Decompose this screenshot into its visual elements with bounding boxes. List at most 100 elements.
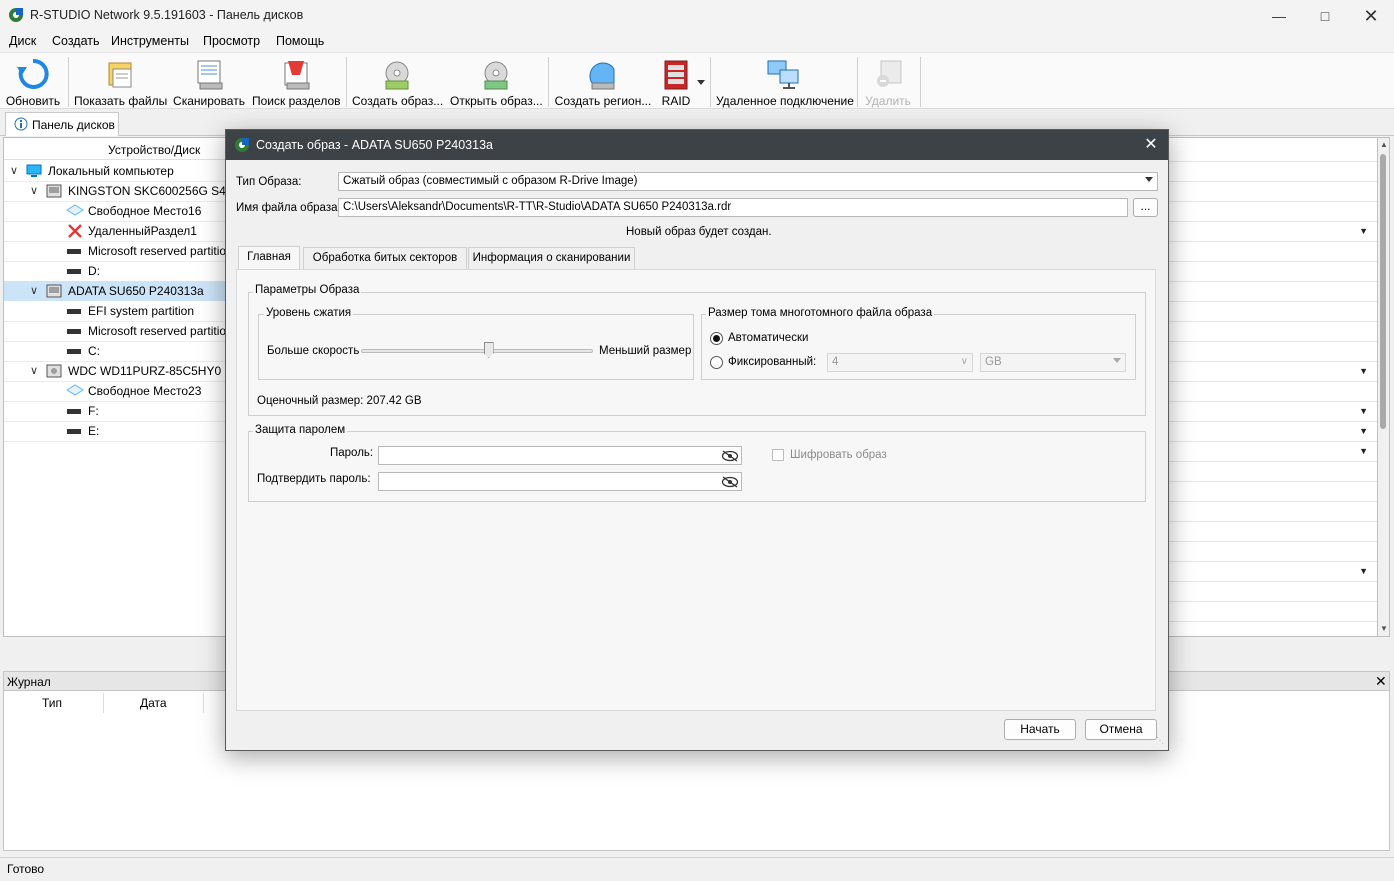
- show-files-button[interactable]: Показать файлы: [74, 57, 167, 108]
- password-group-title: Защита паролем: [253, 424, 348, 436]
- tree-row-disk-adata[interactable]: ∨ ADATA SU650 P240313a: [4, 281, 227, 301]
- scan-button[interactable]: Сканировать: [172, 57, 246, 108]
- partition-icon: [67, 269, 81, 274]
- deleted-partition-icon: [68, 224, 82, 238]
- tab-scan-info[interactable]: Информация о сканировании: [468, 247, 635, 269]
- property-dropdown-arrow[interactable]: ▼: [1359, 566, 1368, 576]
- auto-radio[interactable]: [710, 332, 723, 345]
- fixed-radio[interactable]: [710, 356, 723, 369]
- tree-row-disk-wdc[interactable]: ∨ WDC WD11PURZ-85C5HY0 80: [4, 361, 227, 381]
- chevron-down-icon[interactable]: ∨: [30, 184, 38, 197]
- delete-button[interactable]: Удалить: [862, 57, 914, 108]
- tree-row-drive-c[interactable]: C:: [4, 341, 227, 361]
- chevron-down-icon[interactable]: ∨: [30, 364, 38, 377]
- compression-slider[interactable]: [361, 349, 593, 353]
- dialog-close-button[interactable]: ✕: [1140, 134, 1162, 156]
- encrypt-checkbox[interactable]: [772, 449, 784, 461]
- find-partitions-button[interactable]: Поиск разделов: [252, 57, 341, 108]
- menu-view[interactable]: Просмотр: [203, 34, 260, 48]
- tree-row-local-computer[interactable]: ∨ Локальный компьютер: [4, 161, 227, 181]
- raid-button[interactable]: RAID: [656, 57, 696, 108]
- chevron-down-icon: [1113, 358, 1121, 363]
- menu-help[interactable]: Помощь: [276, 34, 324, 48]
- status-bar: Готово: [0, 857, 1394, 881]
- status-text: Готово: [7, 862, 45, 876]
- maximize-button[interactable]: □: [1302, 0, 1348, 32]
- chevron-down-icon[interactable]: ∨: [10, 164, 18, 177]
- tree-header[interactable]: ⌃ Устройство/Диск: [4, 138, 227, 160]
- confirm-password-label: Подтвердить пароль:: [257, 473, 371, 485]
- create-region-icon: [589, 62, 615, 90]
- journal-col-type[interactable]: Тип: [42, 696, 62, 710]
- tree-row-deleted-partition[interactable]: УдаленныйРаздел1: [4, 221, 227, 241]
- show-files-icon: [108, 62, 132, 88]
- open-image-button[interactable]: Открыть образ...: [450, 57, 543, 108]
- info-icon: [14, 117, 28, 131]
- tab-disk-panel[interactable]: Панель дисков: [5, 112, 119, 136]
- property-dropdown-arrow[interactable]: ▼: [1359, 226, 1368, 236]
- image-type-select[interactable]: Сжатый образ (совместимый с образом R-Dr…: [338, 172, 1158, 191]
- resize-grip-icon[interactable]: ⋱: [1156, 736, 1164, 745]
- menu-disk[interactable]: Диск: [9, 34, 36, 48]
- tree-row-ms-reserved-2[interactable]: Microsoft reserved partitio: [4, 321, 227, 341]
- free-space-icon: [66, 204, 84, 216]
- property-dropdown-arrow[interactable]: ▼: [1359, 426, 1368, 436]
- confirm-password-input[interactable]: [378, 472, 742, 491]
- eye-slash-icon[interactable]: [721, 450, 739, 462]
- tree-header-label: Устройство/Диск: [108, 143, 201, 157]
- menu-create[interactable]: Создать: [52, 34, 100, 48]
- create-image-button[interactable]: Создать образ...: [352, 57, 443, 108]
- property-dropdown-arrow[interactable]: ▼: [1359, 406, 1368, 416]
- chevron-down-icon[interactable]: ∨: [30, 284, 38, 297]
- property-dropdown-arrow[interactable]: ▼: [1359, 366, 1368, 376]
- raid-dropdown-arrow[interactable]: [697, 80, 705, 85]
- fixed-label: Фиксированный:: [728, 356, 817, 368]
- file-name-input[interactable]: C:\Users\Aleksandr\Documents\R-TT\R-Stud…: [338, 198, 1128, 217]
- file-name-label: Имя файла образа:: [236, 202, 341, 214]
- close-journal-icon[interactable]: ✕: [1375, 673, 1387, 690]
- refresh-button[interactable]: Обновить: [4, 57, 62, 108]
- image-params-title: Параметры Образа: [253, 284, 362, 296]
- tab-page-main: Параметры Образа Уровень сжатия Больше с…: [236, 269, 1156, 711]
- cancel-button[interactable]: Отмена: [1085, 719, 1157, 740]
- minimize-button[interactable]: —: [1256, 0, 1302, 32]
- remote-connect-icon: [767, 60, 799, 89]
- journal-col-date[interactable]: Дата: [140, 696, 167, 710]
- tree-row-drive-f[interactable]: F:: [4, 401, 227, 421]
- tree-row-disk-kingston[interactable]: ∨ KINGSTON SKC600256G S4500: [4, 181, 227, 201]
- speed-label: Больше скорость: [267, 345, 360, 357]
- tree-row-free-space-16[interactable]: Свободное Место16: [4, 201, 227, 221]
- menu-bar: Диск Создать Инструменты Просмотр Помощь: [0, 32, 1394, 52]
- tree-row-efi-partition[interactable]: EFI system partition: [4, 301, 227, 321]
- property-dropdown-arrow[interactable]: ▼: [1359, 446, 1368, 456]
- tree-row-ms-reserved-1[interactable]: Microsoft reserved partitio: [4, 241, 227, 261]
- tab-main[interactable]: Главная: [238, 246, 300, 270]
- remote-connect-button[interactable]: Удаленное подключение: [716, 57, 854, 108]
- fixed-size-input[interactable]: 4 ∨: [827, 353, 973, 372]
- compression-title: Уровень сжатия: [264, 307, 354, 319]
- tree-row-drive-e[interactable]: E:: [4, 421, 227, 441]
- create-image-dialog: Создать образ - ADATA SU650 P240313a ✕ Т…: [225, 129, 1169, 751]
- hard-disk-icon: [46, 184, 62, 198]
- app-icon: [9, 8, 23, 22]
- tab-bad-sectors[interactable]: Обработка битых секторов: [303, 247, 467, 269]
- hard-disk-icon: [46, 284, 62, 298]
- tree-row-drive-d[interactable]: D:: [4, 261, 227, 281]
- close-window-button[interactable]: ✕: [1348, 0, 1394, 32]
- password-input[interactable]: [378, 446, 742, 465]
- browse-button[interactable]: ...: [1133, 198, 1158, 217]
- start-button[interactable]: Начать: [1004, 719, 1076, 740]
- tree-row-free-space-23[interactable]: Свободное Место23: [4, 381, 227, 401]
- eye-slash-icon[interactable]: [721, 476, 739, 488]
- title-bar: R-STUDIO Network 9.5.191603 - Панель дис…: [0, 0, 1394, 32]
- fixed-unit-select[interactable]: GB: [980, 353, 1126, 372]
- menu-tools[interactable]: Инструменты: [111, 34, 189, 48]
- create-region-button[interactable]: Создать регион...: [554, 57, 652, 108]
- scan-icon: [197, 60, 223, 90]
- partition-icon: [67, 429, 81, 434]
- app-icon: [235, 138, 249, 152]
- create-image-icon: [385, 61, 409, 90]
- scrollbar-thumb[interactable]: [1380, 154, 1386, 429]
- open-image-icon: [484, 61, 508, 90]
- dialog-title: Создать образ - ADATA SU650 P240313a: [256, 138, 493, 152]
